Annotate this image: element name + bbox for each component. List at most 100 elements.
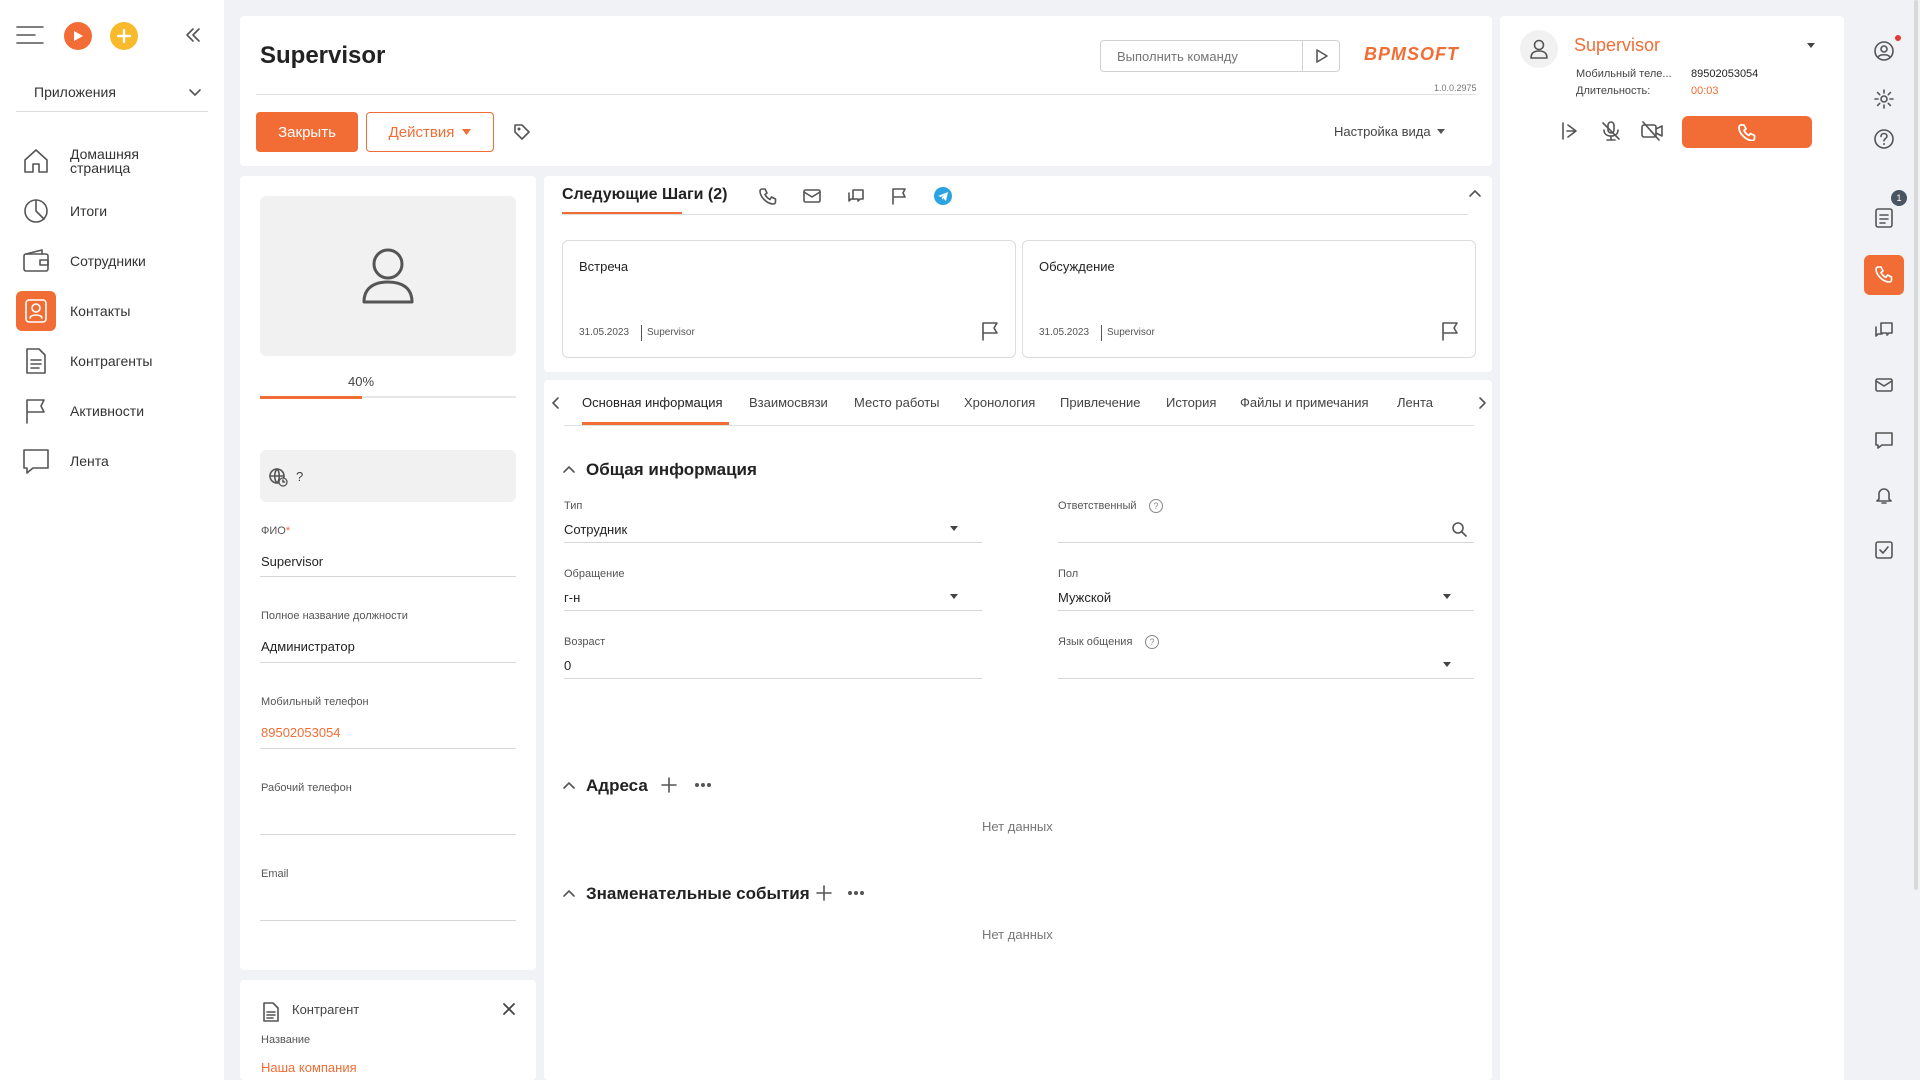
- tab-job[interactable]: Место работы: [854, 395, 940, 410]
- caret-down-icon[interactable]: [1443, 662, 1451, 667]
- nav-item-feed[interactable]: Лента: [16, 439, 212, 483]
- apps-dropdown[interactable]: Приложения: [16, 78, 208, 112]
- caret-down-icon[interactable]: [1443, 594, 1451, 599]
- document-icon: [16, 341, 56, 381]
- type-value[interactable]: Сотрудник: [564, 522, 627, 537]
- collapse-icon[interactable]: [562, 888, 576, 898]
- events-title[interactable]: Знаменательные события: [586, 884, 810, 904]
- view-settings-button[interactable]: Настройка вида: [1334, 124, 1445, 139]
- addresses-title[interactable]: Адреса: [586, 776, 648, 796]
- profile-rail-button[interactable]: [1866, 33, 1902, 69]
- phone-rail-button[interactable]: [1864, 255, 1904, 295]
- position-value[interactable]: Администратор: [261, 639, 355, 654]
- nav-item-home[interactable]: Домашняя страница: [16, 139, 212, 183]
- search-icon[interactable]: [1451, 521, 1467, 537]
- add-icon[interactable]: [110, 22, 138, 50]
- checklist-rail-button[interactable]: [1866, 532, 1902, 568]
- tab-files[interactable]: Файлы и примечания: [1240, 395, 1369, 410]
- next-step-date: 31.05.2023: [579, 327, 630, 338]
- work-phone-label: Рабочий телефон: [261, 782, 352, 794]
- avatar[interactable]: [260, 196, 516, 356]
- tab-feed[interactable]: Лента: [1397, 395, 1433, 410]
- settings-rail-button[interactable]: [1866, 81, 1902, 117]
- salutation-value[interactable]: г-н: [564, 590, 580, 605]
- next-step-date: 31.05.2023: [1039, 327, 1090, 338]
- video-off-icon[interactable]: [1640, 120, 1664, 142]
- flag-icon[interactable]: [891, 187, 907, 205]
- next-step-item[interactable]: Обсуждение 31.05.2023 Supervisor: [1022, 240, 1476, 358]
- close-button[interactable]: Закрыть: [256, 112, 358, 152]
- nav-item-employees[interactable]: Сотрудники: [16, 239, 212, 283]
- fio-value[interactable]: Supervisor: [261, 554, 323, 569]
- command-input[interactable]: [1101, 41, 1301, 71]
- phone-icon[interactable]: [759, 187, 777, 205]
- tab-history[interactable]: История: [1166, 395, 1216, 410]
- caret-down-icon[interactable]: [950, 526, 958, 531]
- collapse-icon[interactable]: [562, 464, 576, 474]
- play-process-icon[interactable]: [64, 22, 92, 50]
- tab-timeline[interactable]: Хронология: [964, 395, 1035, 410]
- tasks-list-rail-button[interactable]: 1: [1866, 190, 1907, 236]
- caller-name[interactable]: Supervisor: [1574, 35, 1660, 56]
- gender-value[interactable]: Мужской: [1058, 590, 1111, 605]
- chat-rail-button[interactable]: [1866, 312, 1902, 348]
- tabs-scroll-right-icon[interactable]: [1477, 396, 1487, 410]
- nav-item-employees-label: Сотрудники: [70, 253, 146, 269]
- list-icon: [1875, 208, 1893, 228]
- collapse-icon[interactable]: [1468, 188, 1482, 198]
- comments-rail-button[interactable]: [1866, 422, 1902, 458]
- caret-down-icon[interactable]: [950, 594, 958, 599]
- hang-up-icon: [1738, 124, 1756, 141]
- transfer-call-icon[interactable]: [1560, 120, 1582, 142]
- user-silhouette-icon: [362, 248, 414, 304]
- mute-microphone-icon[interactable]: [1600, 120, 1622, 142]
- collapse-menu-icon[interactable]: [184, 26, 202, 44]
- tab-main-info[interactable]: Основная информация: [582, 395, 723, 410]
- hang-up-button[interactable]: [1682, 116, 1812, 148]
- email-icon[interactable]: [803, 188, 821, 204]
- chat-bubbles-icon[interactable]: [846, 187, 866, 205]
- run-command-icon[interactable]: [1313, 48, 1329, 64]
- close-icon[interactable]: [502, 1002, 516, 1016]
- tag-icon[interactable]: [512, 122, 532, 142]
- hamburger-menu-icon[interactable]: [16, 24, 44, 46]
- call-duration-value: 00:03: [1691, 85, 1719, 97]
- notifications-rail-button[interactable]: [1866, 477, 1902, 513]
- header-card: Supervisor BPMSOFT 1.0.0.2975 Закрыть Де…: [240, 16, 1492, 166]
- notification-dot: [1895, 35, 1901, 41]
- telegram-icon[interactable]: [934, 187, 952, 205]
- help-icon[interactable]: ?: [1145, 635, 1159, 649]
- next-step-item[interactable]: Встреча 31.05.2023 Supervisor: [562, 240, 1016, 358]
- call-mobile-label: Мобильный теле...: [1576, 68, 1672, 80]
- nav-item-contacts[interactable]: Контакты: [16, 289, 212, 333]
- mobile-phone-value[interactable]: 89502053054: [261, 725, 341, 740]
- more-icon[interactable]: [694, 782, 712, 788]
- add-icon[interactable]: [661, 777, 677, 793]
- tab-relations[interactable]: Взаимосвязи: [749, 395, 828, 410]
- flag-icon[interactable]: [1441, 321, 1459, 341]
- more-icon[interactable]: [847, 890, 865, 896]
- nav-item-accounts[interactable]: Контрагенты: [16, 339, 212, 383]
- next-steps-title[interactable]: Следующие Шаги (2): [562, 186, 727, 204]
- tabs-scroll-left-icon[interactable]: [551, 396, 561, 410]
- timezone-field[interactable]: ?: [260, 450, 516, 502]
- account-name-link[interactable]: Наша компания: [261, 1060, 357, 1075]
- scrollbar[interactable]: [1914, 0, 1918, 890]
- email-rail-button[interactable]: [1866, 367, 1902, 403]
- caller-avatar: [1520, 30, 1558, 68]
- completeness-label: 40%: [348, 374, 375, 389]
- brand-logo: BPMSOFT: [1364, 44, 1459, 64]
- flag-icon[interactable]: [981, 321, 999, 341]
- comment-icon: [1875, 432, 1893, 449]
- collapse-icon[interactable]: [562, 780, 576, 790]
- age-value[interactable]: 0: [564, 658, 571, 673]
- tab-engagement[interactable]: Привлечение: [1060, 395, 1141, 410]
- caret-down-icon[interactable]: [1807, 43, 1815, 48]
- help-rail-button[interactable]: [1866, 121, 1902, 157]
- general-info-title[interactable]: Общая информация: [586, 460, 757, 480]
- nav-item-activities[interactable]: Активности: [16, 389, 212, 433]
- actions-button[interactable]: Действия: [366, 112, 494, 152]
- help-icon[interactable]: ?: [1149, 499, 1163, 513]
- nav-item-results[interactable]: Итоги: [16, 189, 212, 233]
- add-icon[interactable]: [816, 885, 832, 901]
